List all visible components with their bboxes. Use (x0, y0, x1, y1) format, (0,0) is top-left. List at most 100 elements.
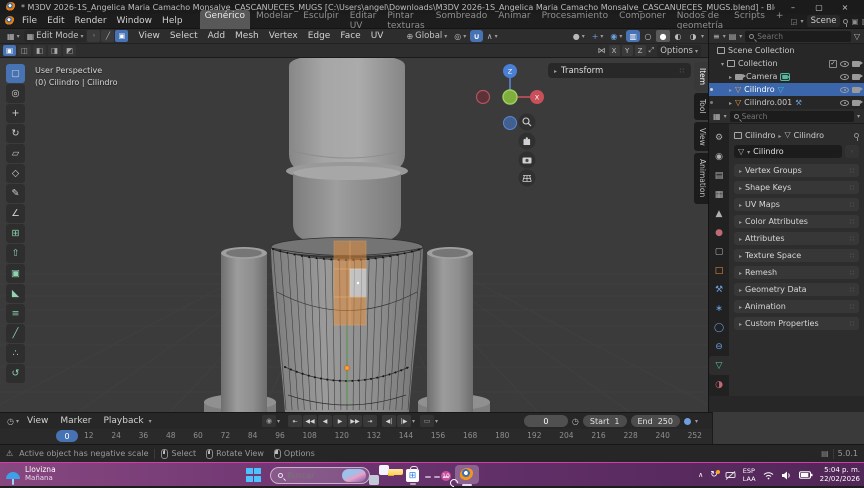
properties-panel[interactable]: Animation ∷ (734, 300, 859, 313)
breadcrumb-data[interactable]: Cilindro (794, 131, 824, 140)
material-tab[interactable]: ◑ (709, 375, 729, 394)
current-frame-field[interactable]: 0 (523, 415, 568, 427)
constraints-tab[interactable]: ⊖ (709, 337, 729, 356)
search-highlight-image[interactable] (342, 468, 366, 482)
mirror-axis-button[interactable]: X (608, 45, 620, 56)
object-tab[interactable]: □ (709, 261, 729, 280)
inset-faces-tool[interactable]: ▣ (6, 264, 25, 283)
weather-widget[interactable]: Llovizna Mañana (6, 465, 56, 485)
playhead[interactable]: 0 (56, 430, 78, 442)
expand-icon[interactable] (729, 85, 732, 94)
mirror-axis-button[interactable]: Z (634, 45, 646, 56)
panel-grip-icon[interactable]: ∷ (680, 67, 685, 75)
properties-editor-icon[interactable]: ▦ (713, 112, 721, 121)
loop-cut-tool[interactable]: ≡ (6, 304, 25, 323)
annotate-tool[interactable]: ✎ (6, 184, 25, 203)
viewport-menu[interactable]: Face (335, 30, 365, 42)
outliner-row-collection[interactable]: Collection (709, 57, 864, 70)
frame-step-button[interactable]: ◀| (382, 415, 396, 427)
viewport-menu[interactable]: Add (203, 30, 230, 42)
outliner-row-cilindro[interactable]: ▽ Cilindro ▽ (709, 83, 864, 96)
chevron-down-icon[interactable] (412, 416, 415, 426)
expand-icon[interactable] (729, 72, 732, 81)
properties-search[interactable] (729, 110, 854, 122)
output-tab[interactable]: ▤ (709, 166, 729, 185)
properties-panel[interactable]: Texture Space ∷ (734, 249, 859, 262)
tool-tab[interactable]: ⚙ (709, 128, 729, 147)
view-layer-tab[interactable]: ▦ (709, 185, 729, 204)
tweak-select-mode[interactable]: ▣ (3, 45, 16, 56)
extrude-region-tool[interactable]: ⇧ (6, 244, 25, 263)
viewport-menu[interactable]: UV (366, 30, 389, 42)
topbar-menu[interactable]: File (17, 15, 42, 27)
rendered-shading-button[interactable] (686, 30, 700, 42)
chevron-down-icon[interactable] (723, 31, 726, 41)
frame-start-field[interactable]: Start 1 (582, 415, 627, 427)
sidebar-tab[interactable]: View (694, 121, 708, 152)
outliner-search-input[interactable] (757, 31, 847, 41)
vertex-select-button[interactable] (87, 30, 101, 42)
datablock-name-field[interactable]: ▽ Cilindro (734, 145, 842, 158)
move-tool[interactable]: + (6, 104, 25, 123)
chevron-down-icon[interactable] (695, 416, 698, 426)
properties-panel[interactable]: Color Attributes ∷ (734, 215, 859, 228)
material-shading-button[interactable] (671, 30, 685, 42)
sidebar-tab[interactable]: Animation (694, 153, 708, 204)
viewport-menu[interactable]: View (133, 30, 164, 42)
chevron-down-icon[interactable] (435, 416, 438, 426)
physics-tab[interactable]: ◯ (709, 318, 729, 337)
preview-range-button[interactable]: ▭ (420, 415, 435, 427)
topbar-menu[interactable]: Edit (42, 15, 69, 27)
volume-icon[interactable] (781, 471, 792, 480)
3d-viewport[interactable]: Z X ▢ ◎ + ↻ ▱ ◇ ✎ ∠ ⊞ ⇧ ▣ ◣ ≡ ╱ ∴ ↺ User Perspective (0… (0, 58, 708, 412)
timeline-menu[interactable]: Playback (98, 415, 148, 427)
taskbar-search-input[interactable] (287, 470, 338, 480)
add-cube-tool[interactable]: ⊞ (6, 224, 25, 243)
playback-button[interactable]: ▶▶ (348, 415, 362, 427)
pin-icon[interactable] (843, 18, 849, 27)
outliner-filter-mode-icon[interactable] (729, 32, 737, 41)
mirror-axis-button[interactable]: Y (621, 45, 633, 56)
chevron-down-icon[interactable] (857, 111, 860, 121)
hide-eye-icon[interactable] (840, 99, 849, 106)
sidebar-tab[interactable]: Tool (694, 93, 708, 120)
properties-search-input[interactable] (741, 111, 850, 121)
render-tab[interactable]: ◉ (709, 147, 729, 166)
display-off-icon[interactable] (725, 470, 736, 480)
expand-icon[interactable] (729, 98, 732, 107)
solid-shading-button[interactable] (655, 30, 670, 42)
face-select-button[interactable] (115, 30, 129, 42)
snap-toggle[interactable] (470, 30, 483, 42)
disable-render-icon[interactable] (852, 60, 863, 67)
pin-icon[interactable] (854, 132, 859, 141)
chevron-down-icon[interactable] (801, 16, 804, 26)
view-object-types-dropdown[interactable] (570, 30, 588, 42)
close-button[interactable]: × (832, 3, 858, 12)
auto-keying-button[interactable]: ◉ (262, 415, 276, 427)
outliner-row-scene-collection[interactable]: Scene Collection (709, 44, 864, 57)
bevel-tool[interactable]: ◣ (6, 284, 25, 303)
hide-eye-icon[interactable] (840, 86, 849, 93)
panel-grip-icon[interactable]: ∷ (850, 218, 854, 226)
snap-individual-icon[interactable]: ⤢ (646, 45, 658, 57)
properties-panel[interactable]: Remesh ∷ (734, 266, 859, 279)
outliner-row-camera[interactable]: Camera (709, 70, 864, 83)
properties-panel[interactable]: Geometry Data ∷ (734, 283, 859, 296)
spin-tool[interactable]: ↺ (6, 364, 25, 383)
editor-type-button[interactable] (4, 30, 23, 42)
battery-icon[interactable] (798, 471, 813, 479)
viewport-menu[interactable]: Select (165, 30, 203, 42)
sidebar-tab[interactable]: Item (694, 62, 708, 92)
viewport-menu[interactable]: Mesh (230, 30, 264, 42)
transform-panel[interactable]: Transform ∷ (548, 63, 691, 78)
playback-button[interactable]: ◀ (318, 415, 332, 427)
taskbar-search[interactable] (270, 466, 370, 484)
chevron-down-icon[interactable] (747, 147, 750, 156)
hide-eye-icon[interactable] (840, 73, 849, 80)
chevron-down-icon[interactable] (277, 416, 280, 426)
maximize-button[interactable]: ▢ (806, 3, 832, 12)
playback-button[interactable]: ▶ (333, 415, 347, 427)
transform-tool[interactable]: ◇ (6, 164, 25, 183)
playback-button[interactable]: ◀◀ (303, 415, 317, 427)
panel-grip-icon[interactable]: ∷ (850, 286, 854, 294)
